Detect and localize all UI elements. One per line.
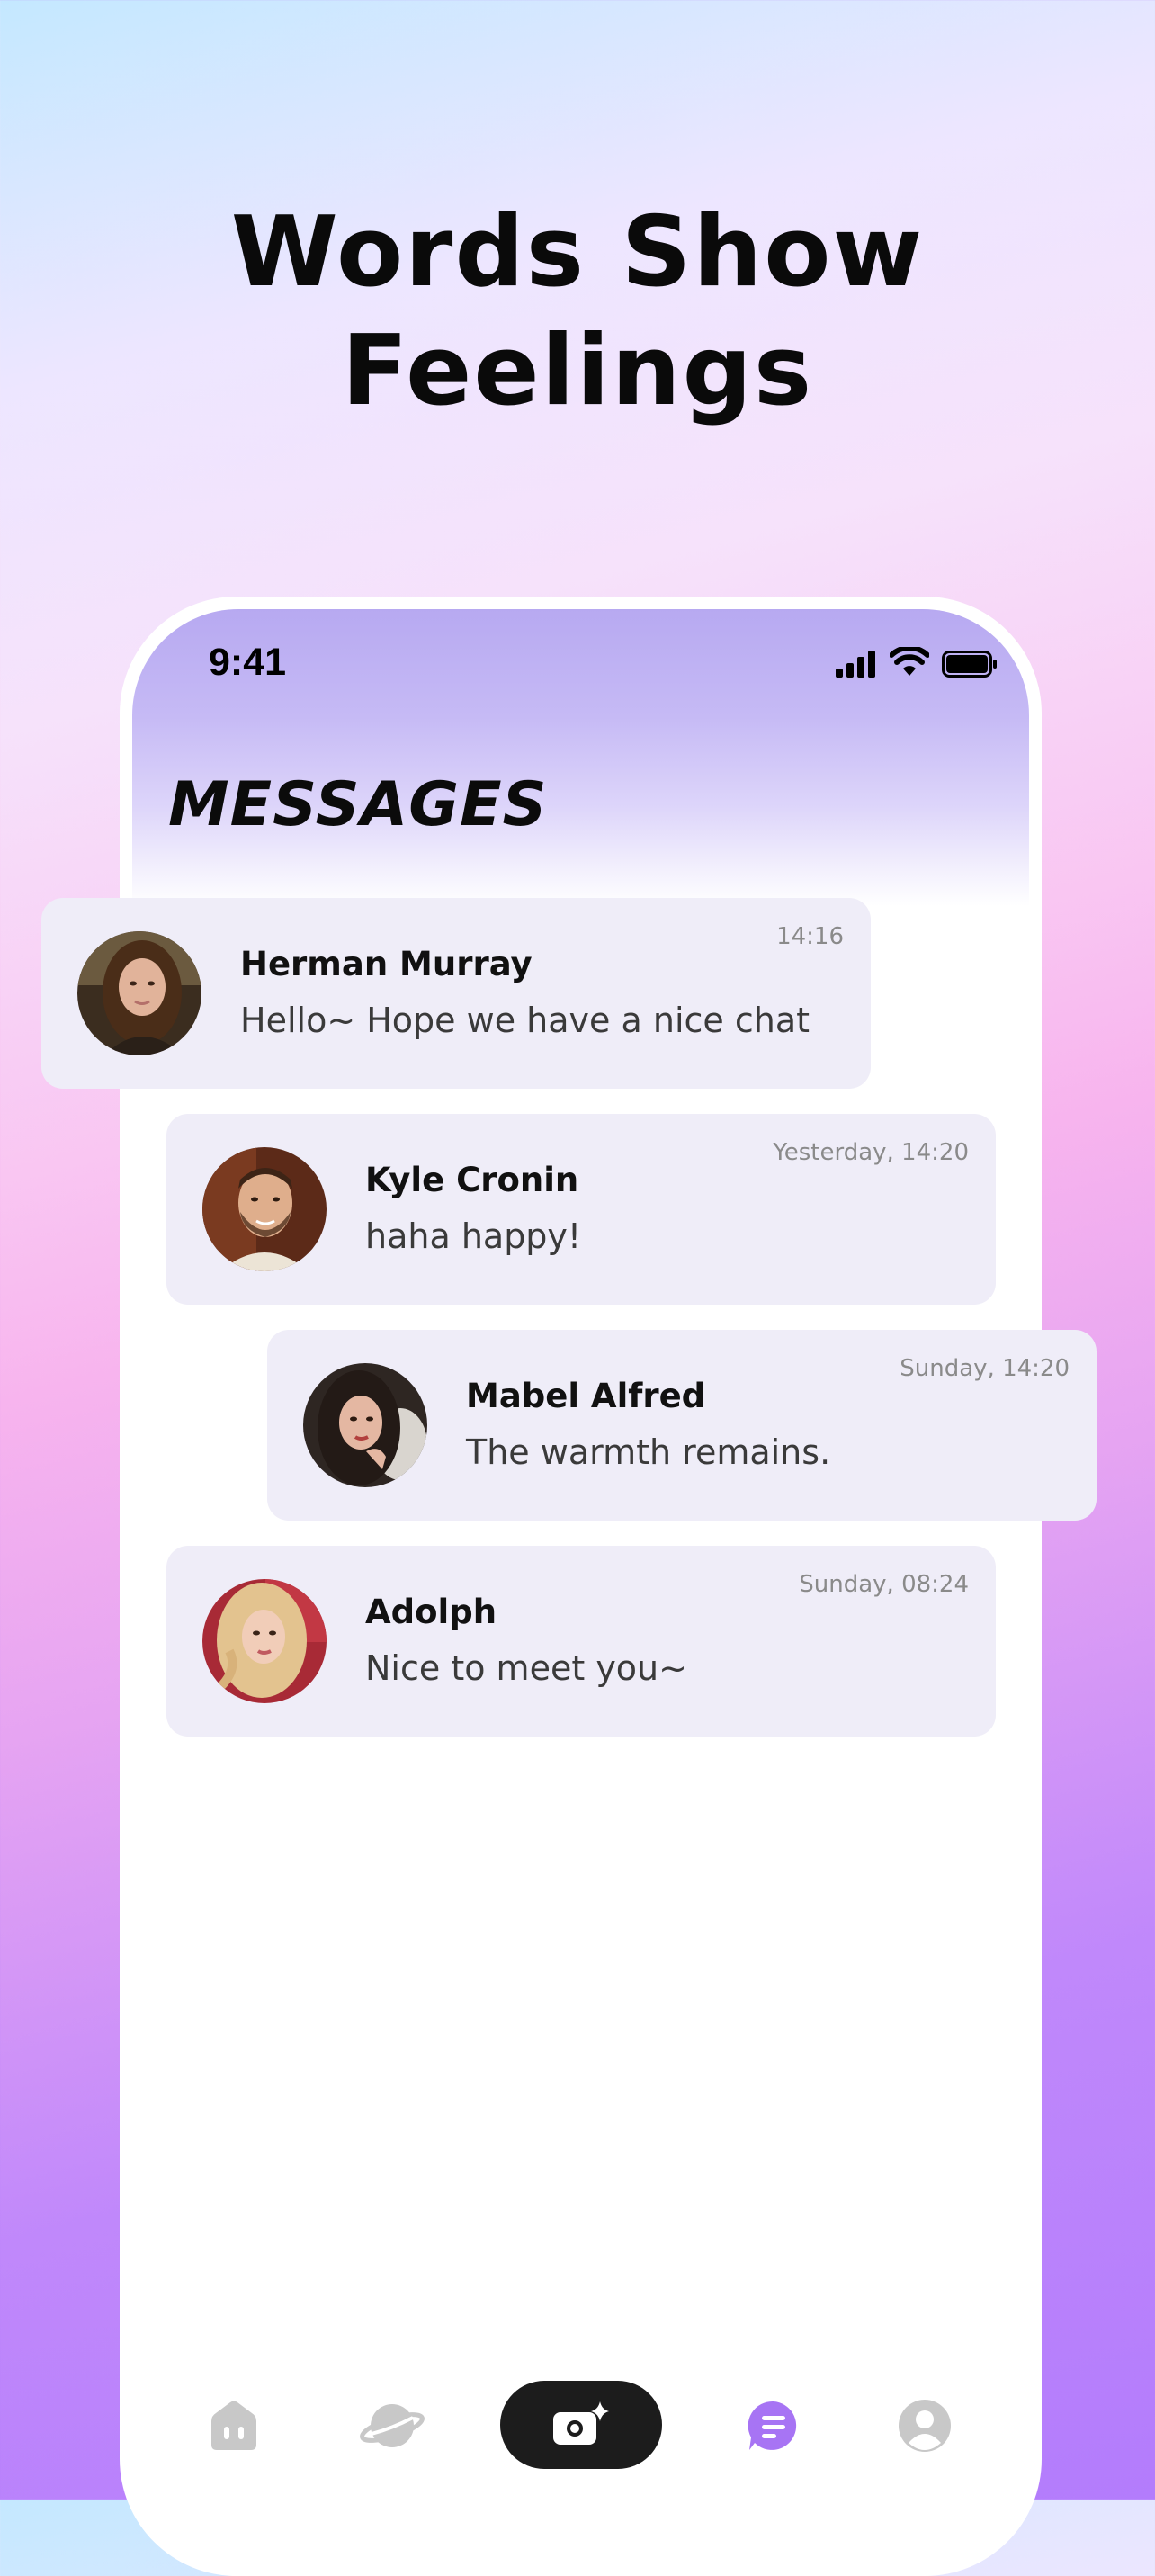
chat-list-item[interactable]: Adolph Nice to meet you~ Sunday, 08:24 <box>166 1546 996 1737</box>
contact-name: Mabel Alfred <box>466 1377 706 1415</box>
status-time: 9:41 <box>209 641 287 684</box>
page-title: MESSAGES <box>168 769 548 840</box>
signal-icon <box>836 651 875 678</box>
message-preview: The warmth remains. <box>466 1432 831 1472</box>
avatar <box>202 1147 327 1271</box>
tab-messages[interactable] <box>741 2393 806 2458</box>
avatar <box>77 931 201 1055</box>
headline-line-2: Feelings <box>341 315 814 427</box>
chat-list-item[interactable]: Kyle Cronin haha happy! Yesterday, 14:20 <box>166 1114 996 1305</box>
woman-dark-hair-avatar <box>77 931 201 1055</box>
headline: Words Show Feelings <box>0 193 1155 431</box>
contact-name: Kyle Cronin <box>365 1161 579 1199</box>
profile-icon <box>899 2400 951 2452</box>
tab-home[interactable] <box>201 2393 266 2458</box>
contact-name: Adolph <box>365 1593 497 1631</box>
status-icons <box>836 647 998 679</box>
tab-bar <box>0 2357 1155 2500</box>
man-beard-avatar <box>202 1147 327 1271</box>
chat-list-item[interactable]: Mabel Alfred The warmth remains. Sunday,… <box>267 1330 1097 1521</box>
message-time: 14:16 <box>776 923 844 950</box>
message-time: Yesterday, 14:20 <box>773 1139 969 1166</box>
message-preview: Hello~ Hope we have a nice chat <box>240 1001 810 1040</box>
message-time: Sunday, 14:20 <box>900 1355 1070 1382</box>
woman-blonde-avatar <box>202 1579 327 1703</box>
message-preview: haha happy! <box>365 1216 582 1256</box>
wifi-icon <box>890 647 929 676</box>
camera-sparkle-icon <box>553 2401 609 2445</box>
planet-icon <box>360 2404 425 2447</box>
chat-list-item[interactable]: Herman Murray Hello~ Hope we have a nice… <box>41 898 871 1089</box>
avatar <box>202 1579 327 1703</box>
home-icon <box>211 2401 256 2450</box>
message-time: Sunday, 08:24 <box>799 1571 969 1598</box>
tab-profile[interactable] <box>892 2393 957 2458</box>
headline-line-1: Words Show <box>230 196 925 309</box>
chat-icon <box>748 2401 797 2450</box>
message-preview: Nice to meet you~ <box>365 1648 687 1688</box>
camera-button[interactable] <box>500 2381 662 2469</box>
woman-long-hair-avatar <box>303 1363 427 1487</box>
battery-icon <box>942 651 997 678</box>
avatar <box>303 1363 427 1487</box>
tab-discover[interactable] <box>356 2393 428 2458</box>
contact-name: Herman Murray <box>240 945 533 983</box>
